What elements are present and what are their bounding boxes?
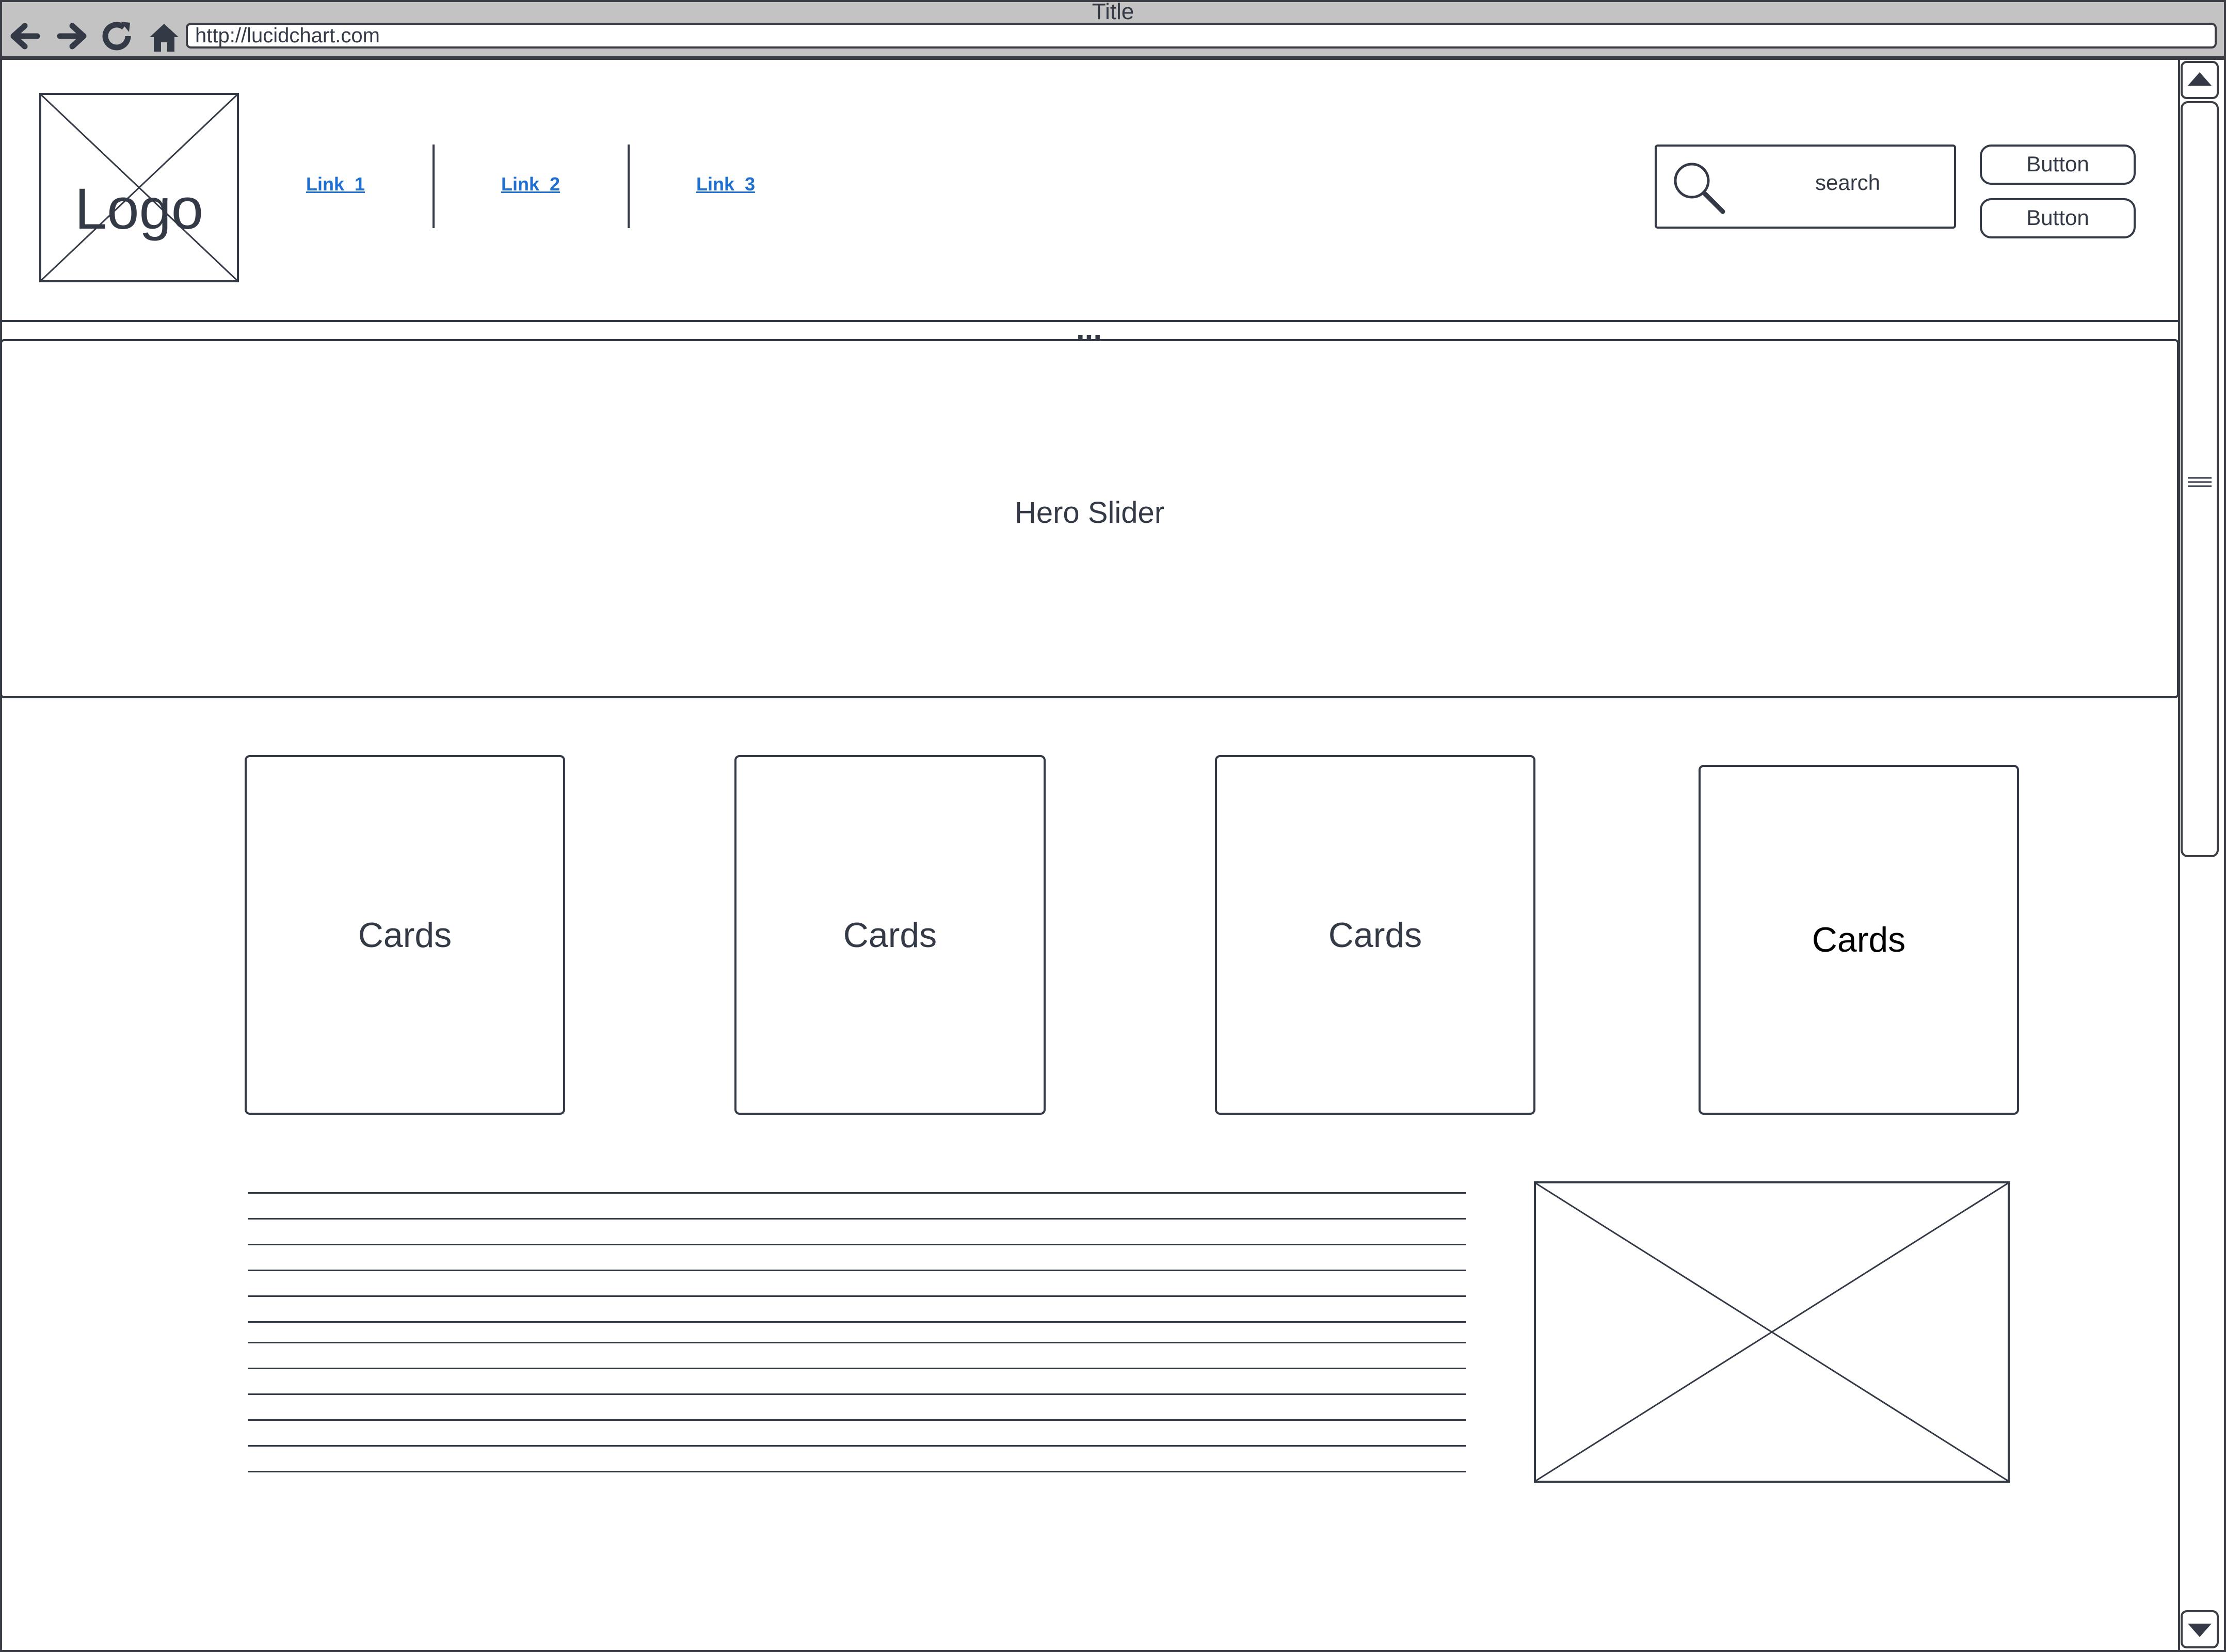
card-label: Cards [1328,915,1422,955]
card-2[interactable]: Cards [734,755,1046,1115]
text-line [248,1192,1466,1194]
window-title: Title [1092,0,1134,24]
card-1[interactable]: Cards [245,755,565,1115]
home-icon[interactable] [143,15,185,57]
text-line [248,1419,1466,1421]
scrollbar-thumb[interactable] [2181,101,2219,857]
header-button-2[interactable]: Button [1980,198,2136,238]
text-line [248,1218,1466,1220]
text-line [248,1321,1466,1323]
card-label: Cards [1812,920,1906,959]
back-arrow-icon[interactable] [4,15,45,57]
scroll-down-button[interactable] [2181,1610,2219,1648]
nav-link-3[interactable]: Link_3 [674,173,777,195]
card-label: Cards [358,915,452,955]
image-placeholder-icon [1535,1182,2008,1482]
search-placeholder: search [1815,170,1881,195]
nav-divider [628,145,630,228]
caret-down-icon [2188,1624,2212,1637]
text-line [248,1295,1466,1297]
image-placeholder [1534,1181,2010,1483]
reload-icon[interactable] [97,15,138,57]
nav-link-1[interactable]: Link_1 [284,173,387,195]
text-line [248,1368,1466,1369]
url-field[interactable]: http://lucidchart.com [186,23,2217,49]
text-line [248,1244,1466,1245]
card-4[interactable]: Cards [1699,765,2019,1115]
search-icon [1674,163,1725,214]
card-label: Cards [843,915,937,955]
text-line [248,1270,1466,1271]
nav-link-2[interactable]: Link_2 [479,173,582,195]
scroll-up-button[interactable] [2181,61,2219,99]
text-line [248,1445,1466,1447]
grip-icon [2188,477,2212,487]
hero-slider-label: Hero Slider [1014,496,1165,530]
card-3[interactable]: Cards [1215,755,1535,1115]
text-line [248,1471,1466,1472]
text-line [248,1393,1466,1395]
logo-text: Logo [74,177,204,241]
nav-divider [433,145,435,228]
text-line [248,1342,1466,1343]
header-button-1[interactable]: Button [1980,145,2136,185]
forward-arrow-icon[interactable] [52,15,93,57]
caret-up-icon [2188,72,2212,86]
